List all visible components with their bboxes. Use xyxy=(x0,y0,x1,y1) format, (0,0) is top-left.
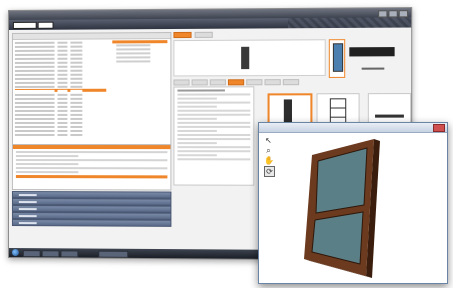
tree-item[interactable] xyxy=(116,56,151,59)
property-row xyxy=(177,89,225,92)
property-row[interactable] xyxy=(177,93,251,96)
list-item[interactable] xyxy=(14,117,106,120)
taskbar-item[interactable] xyxy=(41,250,60,258)
property-row[interactable] xyxy=(177,101,251,104)
start-button-icon[interactable] xyxy=(11,249,19,257)
selected-door-thumbnail[interactable] xyxy=(328,39,346,78)
table-row[interactable] xyxy=(15,167,168,170)
list-item[interactable] xyxy=(14,129,106,132)
list-item[interactable] xyxy=(14,97,106,100)
property-row[interactable] xyxy=(177,129,217,132)
list-item-selected[interactable] xyxy=(14,88,107,92)
3d-viewport[interactable]: ↖ ⌕ ✋ ⟳ xyxy=(260,133,446,282)
property-row[interactable] xyxy=(177,154,217,157)
view-tabs xyxy=(173,31,213,39)
property-tab[interactable] xyxy=(191,79,208,86)
list-item[interactable] xyxy=(14,77,106,80)
list-item[interactable] xyxy=(14,69,106,72)
table-row[interactable] xyxy=(15,155,79,158)
product-list-header xyxy=(12,33,171,40)
property-tab[interactable] xyxy=(282,79,300,86)
property-row[interactable] xyxy=(177,150,251,153)
details-grid xyxy=(11,144,172,191)
toolbar-decoration xyxy=(287,17,412,29)
toolbar-dropdown[interactable] xyxy=(12,21,37,29)
list-item[interactable] xyxy=(14,85,106,88)
property-row[interactable] xyxy=(177,134,251,137)
list-item[interactable] xyxy=(14,101,106,104)
list-item[interactable] xyxy=(14,61,106,64)
tree-item[interactable] xyxy=(116,60,151,63)
window-minimize-icon[interactable] xyxy=(378,10,388,18)
list-item[interactable] xyxy=(14,53,106,56)
tree-item-selected[interactable] xyxy=(112,40,168,44)
accordion-section[interactable] xyxy=(11,219,172,227)
property-tab[interactable] xyxy=(209,79,226,86)
list-item[interactable] xyxy=(14,81,106,84)
property-row[interactable] xyxy=(177,105,217,108)
window-maximize-icon[interactable] xyxy=(388,10,398,18)
list-item[interactable] xyxy=(14,105,106,108)
taskbar-item[interactable] xyxy=(98,250,129,258)
brand-logo xyxy=(349,47,395,57)
property-row[interactable] xyxy=(177,121,251,124)
list-item[interactable] xyxy=(14,125,106,128)
property-tab[interactable] xyxy=(173,79,190,86)
property-row[interactable] xyxy=(177,142,217,145)
tree-item[interactable] xyxy=(116,44,151,47)
taskbar-item[interactable] xyxy=(22,250,41,258)
property-row[interactable] xyxy=(177,113,251,116)
list-item[interactable] xyxy=(14,113,106,116)
table-row-selected[interactable] xyxy=(15,175,168,179)
list-item[interactable] xyxy=(14,40,106,44)
list-item[interactable] xyxy=(14,49,106,52)
property-row[interactable] xyxy=(177,158,251,161)
properties-panel xyxy=(173,86,255,186)
door-3d-model xyxy=(304,139,380,278)
table-row[interactable] xyxy=(15,163,79,166)
main-toolbar xyxy=(8,17,412,30)
list-item[interactable] xyxy=(14,109,106,112)
list-item[interactable] xyxy=(14,73,106,76)
list-item[interactable] xyxy=(14,93,106,96)
brand-logo-subtitle xyxy=(361,67,385,70)
property-row[interactable] xyxy=(177,109,251,112)
table-row[interactable] xyxy=(15,151,168,154)
tab[interactable] xyxy=(194,31,213,38)
toolbar-dropdown-secondary[interactable] xyxy=(37,21,54,29)
property-row[interactable] xyxy=(177,125,251,128)
property-row[interactable] xyxy=(177,97,217,100)
tree-item[interactable] xyxy=(116,48,151,51)
3d-viewer-titlebar xyxy=(259,123,447,133)
window-close-icon[interactable] xyxy=(398,10,409,18)
list-item[interactable] xyxy=(14,121,106,124)
property-tabs xyxy=(173,79,300,86)
list-item[interactable] xyxy=(14,133,106,136)
property-tab[interactable] xyxy=(246,79,263,86)
property-row[interactable] xyxy=(177,138,251,141)
tree-item[interactable] xyxy=(116,52,151,55)
3d-viewer-window: ↖ ⌕ ✋ ⟳ xyxy=(258,122,448,284)
table-row[interactable] xyxy=(15,171,79,174)
product-list xyxy=(14,40,107,137)
taskbar-item[interactable] xyxy=(60,250,79,258)
close-icon[interactable] xyxy=(433,124,445,132)
property-row[interactable] xyxy=(177,117,217,120)
door-preview-panel xyxy=(173,39,326,77)
property-tab[interactable] xyxy=(264,79,281,86)
category-tree xyxy=(112,40,168,64)
property-row[interactable] xyxy=(177,146,251,149)
property-tab-active[interactable] xyxy=(227,79,245,86)
details-grid-header xyxy=(12,145,171,150)
list-item[interactable] xyxy=(14,44,106,48)
table-row[interactable] xyxy=(15,159,168,162)
tab-active[interactable] xyxy=(173,31,192,39)
list-item[interactable] xyxy=(14,57,106,60)
list-item[interactable] xyxy=(14,65,106,68)
door-thumbnail-image xyxy=(241,46,250,70)
